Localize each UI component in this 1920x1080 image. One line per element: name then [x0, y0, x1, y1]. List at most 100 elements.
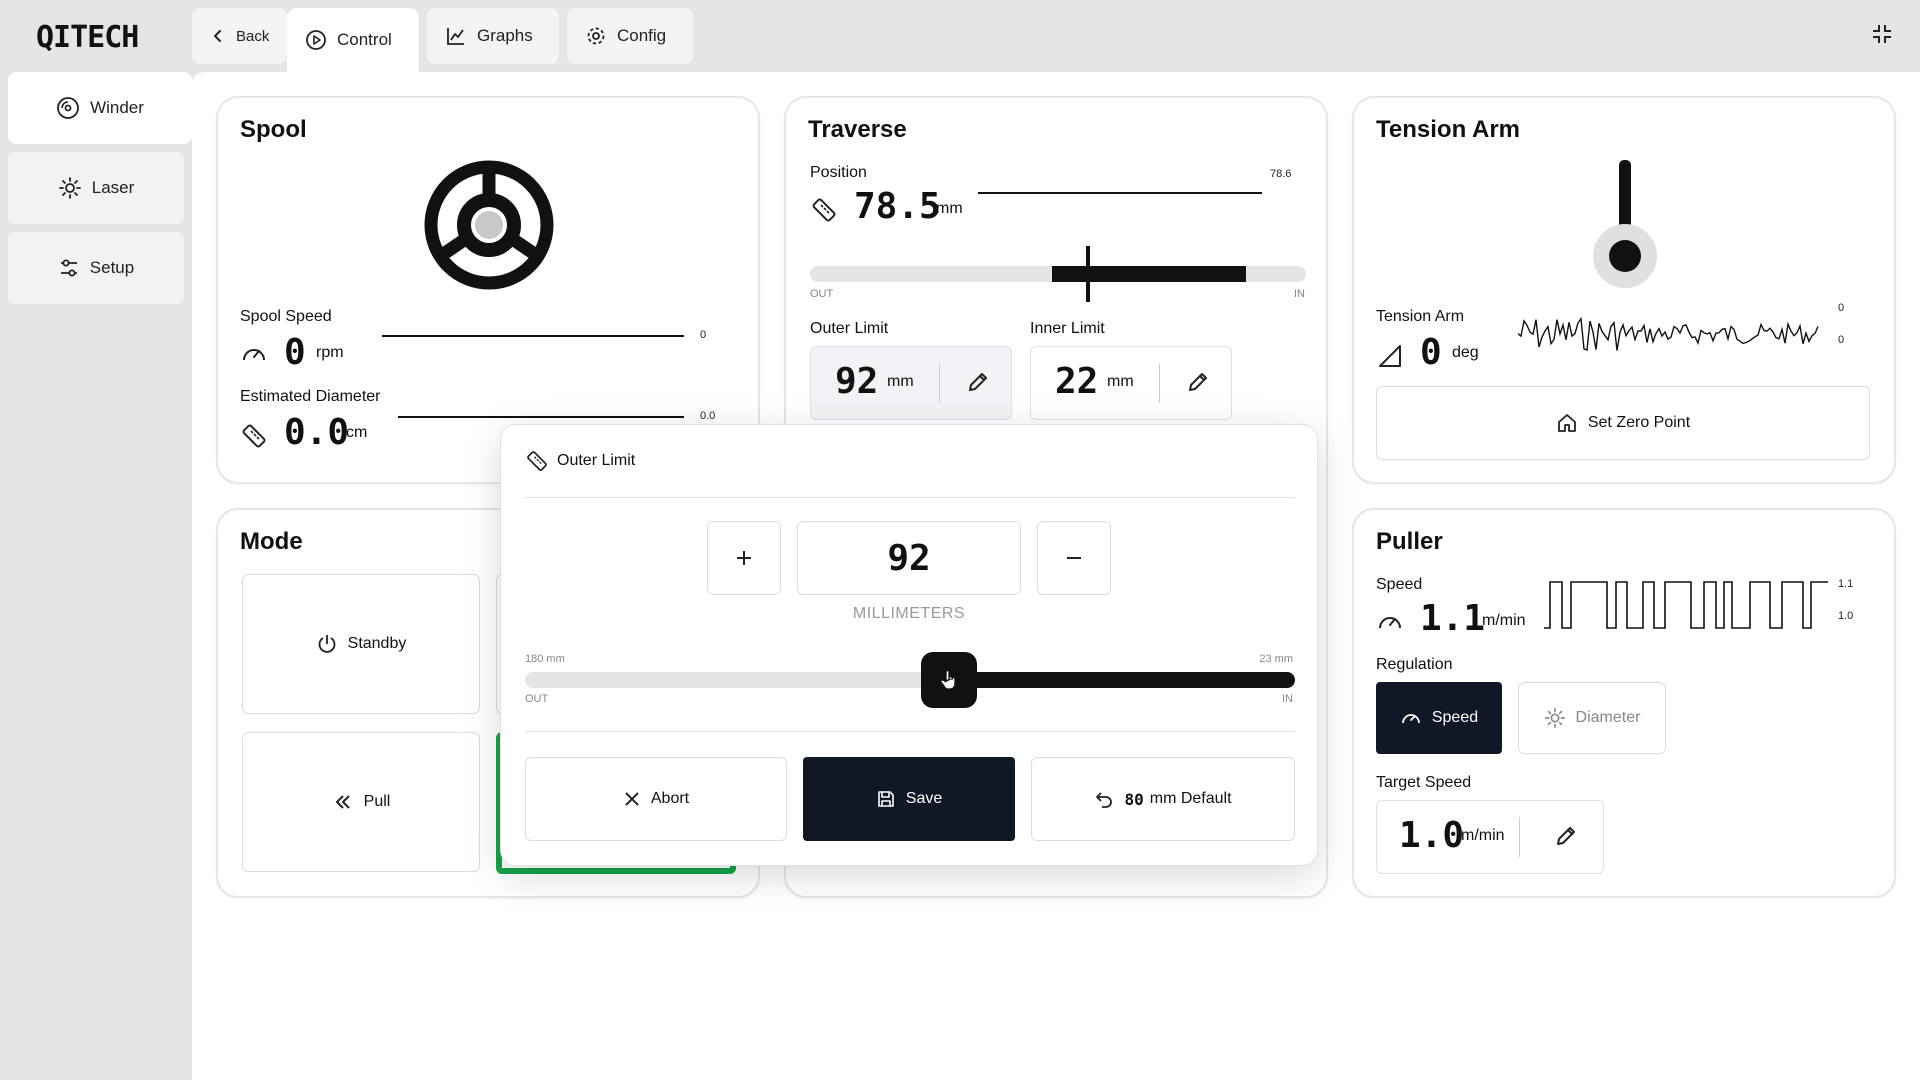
- tab-control-label: Control: [337, 30, 392, 49]
- line-chart-icon: [445, 25, 467, 47]
- chevrons-left-icon: [332, 791, 354, 813]
- slider-max-label: 23 mm: [1259, 653, 1293, 665]
- gear-icon: [585, 25, 607, 47]
- slider-out-label: OUT: [525, 693, 549, 705]
- spool-speed-unit: rpm: [316, 344, 344, 361]
- puller-spark-top: 1.1: [1838, 578, 1854, 590]
- default-label: mm Default: [1149, 790, 1232, 807]
- sun-icon: [1544, 707, 1566, 729]
- tension-spark-top: 0: [1838, 302, 1845, 314]
- divider: [939, 363, 940, 403]
- undo-icon: [1094, 789, 1114, 809]
- spool-speed-label: Spool Speed: [240, 308, 332, 325]
- regulation-speed-button[interactable]: Speed: [1376, 682, 1502, 754]
- back-label: Back: [236, 27, 270, 45]
- diameter-spark-value: 0.0: [700, 410, 716, 422]
- traverse-out-label: OUT: [810, 288, 834, 300]
- outer-limit-field[interactable]: 92 mm: [810, 346, 1012, 420]
- exit-fullscreen-icon[interactable]: [1870, 22, 1894, 46]
- angle-icon: [1376, 342, 1404, 370]
- back-button[interactable]: Back: [192, 8, 288, 64]
- inner-limit-unit: mm: [1107, 373, 1134, 390]
- target-speed-unit: m/min: [1461, 827, 1505, 844]
- puller-speed-value: 1.1: [1420, 598, 1486, 639]
- plus-icon: [734, 548, 754, 568]
- value-input[interactable]: 92: [797, 521, 1021, 595]
- divider: [1159, 363, 1160, 403]
- save-button[interactable]: Save: [803, 757, 1015, 841]
- position-unit: mm: [936, 200, 963, 217]
- pull-button[interactable]: Pull: [242, 732, 480, 872]
- slider-thumb[interactable]: [920, 652, 977, 708]
- outer-limit-value: 92: [835, 361, 879, 402]
- puller-speed-unit: m/min: [1482, 612, 1526, 629]
- divider: [525, 497, 1295, 498]
- spool-speed-value: 0: [284, 332, 306, 373]
- sidebar-item-label: Laser: [91, 178, 135, 197]
- app-logo: QITECH: [36, 20, 139, 55]
- tab-control[interactable]: Control: [287, 8, 419, 72]
- position-label: Position: [810, 164, 867, 181]
- tab-graphs-label: Graphs: [477, 26, 533, 45]
- divider: [525, 731, 1295, 732]
- traverse-position-marker: [1086, 246, 1090, 302]
- puller-speed-sparkline: [1544, 576, 1828, 632]
- unit-caption: MILLIMETERS: [852, 605, 966, 622]
- slider-in-label: IN: [1282, 693, 1293, 705]
- target-speed-field[interactable]: 1.0 m/min: [1376, 800, 1604, 874]
- tab-config-label: Config: [617, 26, 667, 45]
- pencil-icon[interactable]: [1553, 823, 1579, 849]
- sidebar-item-winder[interactable]: Winder: [8, 72, 192, 144]
- puller-speed-label: Speed: [1376, 576, 1423, 593]
- reset-default-button[interactable]: 80 mm Default: [1031, 757, 1295, 841]
- target-speed-label: Target Speed: [1376, 774, 1472, 791]
- inner-limit-field[interactable]: 22 mm: [1030, 346, 1232, 420]
- sidebar-item-label: Setup: [89, 258, 135, 277]
- diameter-label: Estimated Diameter: [240, 388, 381, 405]
- tension-spark-bottom: 0: [1838, 334, 1845, 346]
- ruler-icon: [525, 449, 549, 473]
- slider-min-label: 180 mm: [525, 653, 565, 665]
- increment-button[interactable]: [707, 521, 781, 595]
- diameter-value: 0.0: [284, 412, 350, 453]
- play-circle-icon: [305, 29, 327, 51]
- pencil-icon[interactable]: [1185, 369, 1211, 395]
- regulation-diameter-label: Diameter: [1575, 709, 1641, 726]
- sliders-icon: [58, 257, 80, 279]
- traverse-in-label: IN: [1294, 288, 1305, 300]
- standby-label: Standby: [347, 635, 407, 652]
- tension-arm-sparkline: [1518, 308, 1828, 364]
- chevron-left-icon: [210, 28, 226, 44]
- set-zero-point-button[interactable]: Set Zero Point: [1376, 386, 1870, 460]
- tab-graphs[interactable]: Graphs: [427, 8, 559, 64]
- spool-title: Spool: [240, 116, 307, 143]
- minus-icon: [1064, 548, 1084, 568]
- spool-speed-spark-value: 0: [700, 329, 707, 341]
- tab-config[interactable]: Config: [567, 8, 693, 64]
- abort-button[interactable]: Abort: [525, 757, 787, 841]
- spool-speed-sparkline: [382, 335, 684, 337]
- sun-icon: [58, 176, 82, 200]
- pencil-icon[interactable]: [965, 369, 991, 395]
- puller-card: Puller Speed 1.1 m/min 1.1 1.0 Regulatio…: [1352, 508, 1896, 898]
- tension-arm-value: 0: [1420, 332, 1442, 373]
- value-text: 92: [887, 537, 931, 579]
- sidebar-item-setup[interactable]: Setup: [8, 232, 184, 304]
- sidebar-item-laser[interactable]: Laser: [8, 152, 184, 224]
- save-label: Save: [905, 790, 943, 807]
- tension-arm-graphic: [1590, 160, 1660, 290]
- regulation-speed-label: Speed: [1431, 709, 1479, 726]
- standby-button[interactable]: Standby: [242, 574, 480, 714]
- puller-spark-bottom: 1.0: [1838, 610, 1854, 622]
- outer-limit-unit: mm: [887, 373, 914, 390]
- outer-limit-dialog: Outer Limit 92 MILLIMETERS 180 mm 23 mm …: [500, 424, 1318, 866]
- decrement-button[interactable]: [1037, 521, 1111, 595]
- save-icon: [876, 789, 896, 809]
- regulation-diameter-button[interactable]: Diameter: [1518, 682, 1666, 754]
- slider-fill: [948, 672, 1295, 688]
- ruler-icon: [240, 422, 268, 450]
- disc-icon: [56, 96, 80, 120]
- close-icon: [623, 790, 641, 808]
- home-icon: [1556, 412, 1578, 434]
- pull-label: Pull: [363, 793, 391, 810]
